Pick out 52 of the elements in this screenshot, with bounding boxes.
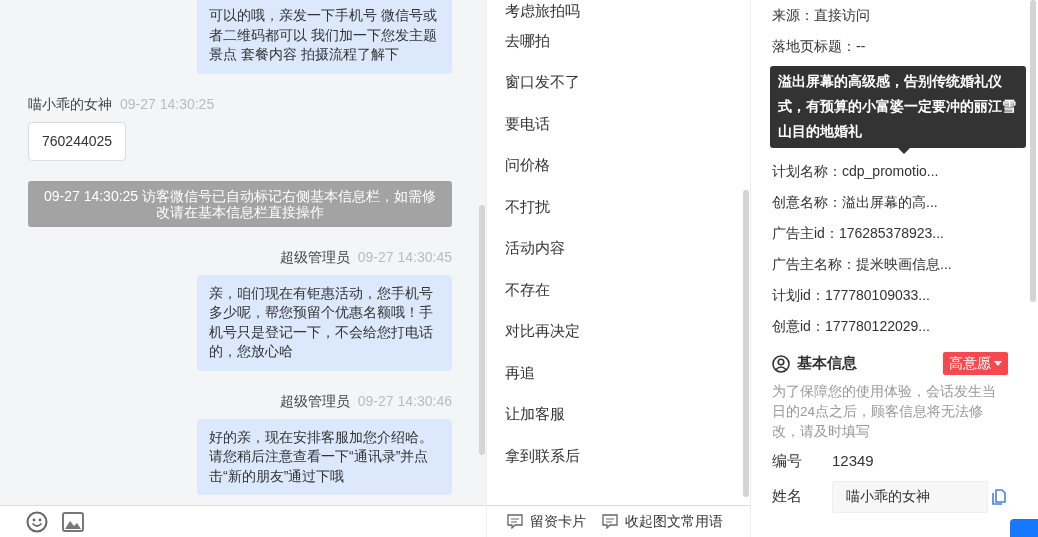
field-label: 编号 (772, 451, 803, 471)
quick-phrase[interactable]: 拿到联系后 (487, 435, 750, 477)
info-row-text: 计划名称：cdp_promotio... (772, 162, 940, 181)
image-icon[interactable] (62, 511, 84, 532)
quick-phrase[interactable]: 对比再决定 (487, 310, 750, 352)
quick-phrase[interactable]: 窗口发不了 (487, 61, 750, 103)
quick-phrase[interactable]: 不存在 (487, 269, 750, 311)
quick-phrase[interactable]: 不打扰 (487, 186, 750, 228)
comment-icon (507, 514, 523, 529)
info-row-text: 广告主名称：提米映画信息... (772, 255, 953, 274)
scrollbar-thumb[interactable] (743, 190, 749, 497)
quick-phrase[interactable]: 考虑旅拍吗 (487, 0, 750, 20)
info-row-text: 来源：直接访问 (772, 6, 871, 25)
message-time: 09-27 14:30:46 (357, 391, 452, 411)
user-icon (772, 354, 790, 373)
sender-name: 喵小乖的女神 (28, 94, 112, 114)
field-label: 姓名 (772, 486, 803, 507)
tooltip: 溢出屏幕的高级感，告别传统婚礼仪式，有预算的小富婆一定要冲的丽江雪山目的地婚礼 (770, 66, 1026, 154)
info-row-text: 计划id：177780109033... (772, 286, 931, 305)
floating-button[interactable] (1010, 519, 1038, 537)
message-time: 09-27 14:30:45 (357, 247, 452, 267)
section-title: 基本信息 (797, 353, 857, 374)
message-time: 09-27 14:30:25 (120, 94, 215, 114)
footer-action[interactable]: 收起图文常用语 (601, 510, 724, 533)
info-row-text: 创意名称：溢出屏幕的高... (772, 193, 939, 212)
intent-dropdown[interactable]: 高意愿 (942, 352, 1008, 375)
comment-icon (602, 514, 618, 529)
quick-phrase[interactable]: 问价格 (487, 144, 750, 186)
scrollbar-thumb[interactable] (1030, 0, 1036, 302)
caret-icon (994, 361, 1002, 366)
copy-icon[interactable] (991, 488, 1006, 505)
quick-phrase[interactable]: 要电话 (487, 103, 750, 145)
system-notice: 09-27 14:30:25 访客微信号已自动标记右侧基本信息栏，如需修改请在基本信息栏直接操作 (28, 180, 452, 227)
quick-phrase[interactable]: 让加客服 (487, 393, 750, 435)
message-bubble: 亲，咱们现在有钜惠活动，您手机号多少呢，帮您预留个优惠名额哦！手机号只是登记一下，不会给您打电话的，您放心哈 (197, 274, 452, 371)
scrollbar-thumb[interactable] (479, 205, 485, 455)
quick-phrase[interactable]: 去哪拍 (487, 20, 750, 62)
message-bubble: 760244025 (28, 121, 127, 161)
message-bubble: 好的亲，现在安排客服加您介绍哈。请您稍后注意查看一下“通讯录”并点击“新的朋友”通过下哦 (197, 418, 452, 495)
footer-action[interactable]: 留资卡片 (506, 510, 587, 533)
info-row-text: 落地页标题：-- (772, 37, 867, 56)
info-row-text: 创意id：177780122029... (772, 317, 931, 336)
sender-name: 超级管理员 (279, 391, 350, 411)
quick-phrase[interactable]: 再追 (487, 352, 750, 394)
hint-text: 为了保障您的使用体验，会话发生当日的24点之后，顾客信息将无法修改，请及时填写 (772, 383, 997, 441)
quick-phrase[interactable]: 活动内容 (487, 227, 750, 269)
message-bubble: 可以的哦，亲发一下手机号 微信号或者二维码都可以 我们加一下您发主题景点 套餐内容 拍摄流程了解下 (197, 0, 452, 74)
name-field[interactable]: 喵小乖的女神 (832, 480, 988, 513)
info-row-text: 广告主id：176285378923... (772, 224, 945, 243)
emoji-icon[interactable] (26, 510, 48, 533)
sender-name: 超级管理员 (279, 247, 350, 267)
field-value: 12349 (832, 451, 874, 471)
